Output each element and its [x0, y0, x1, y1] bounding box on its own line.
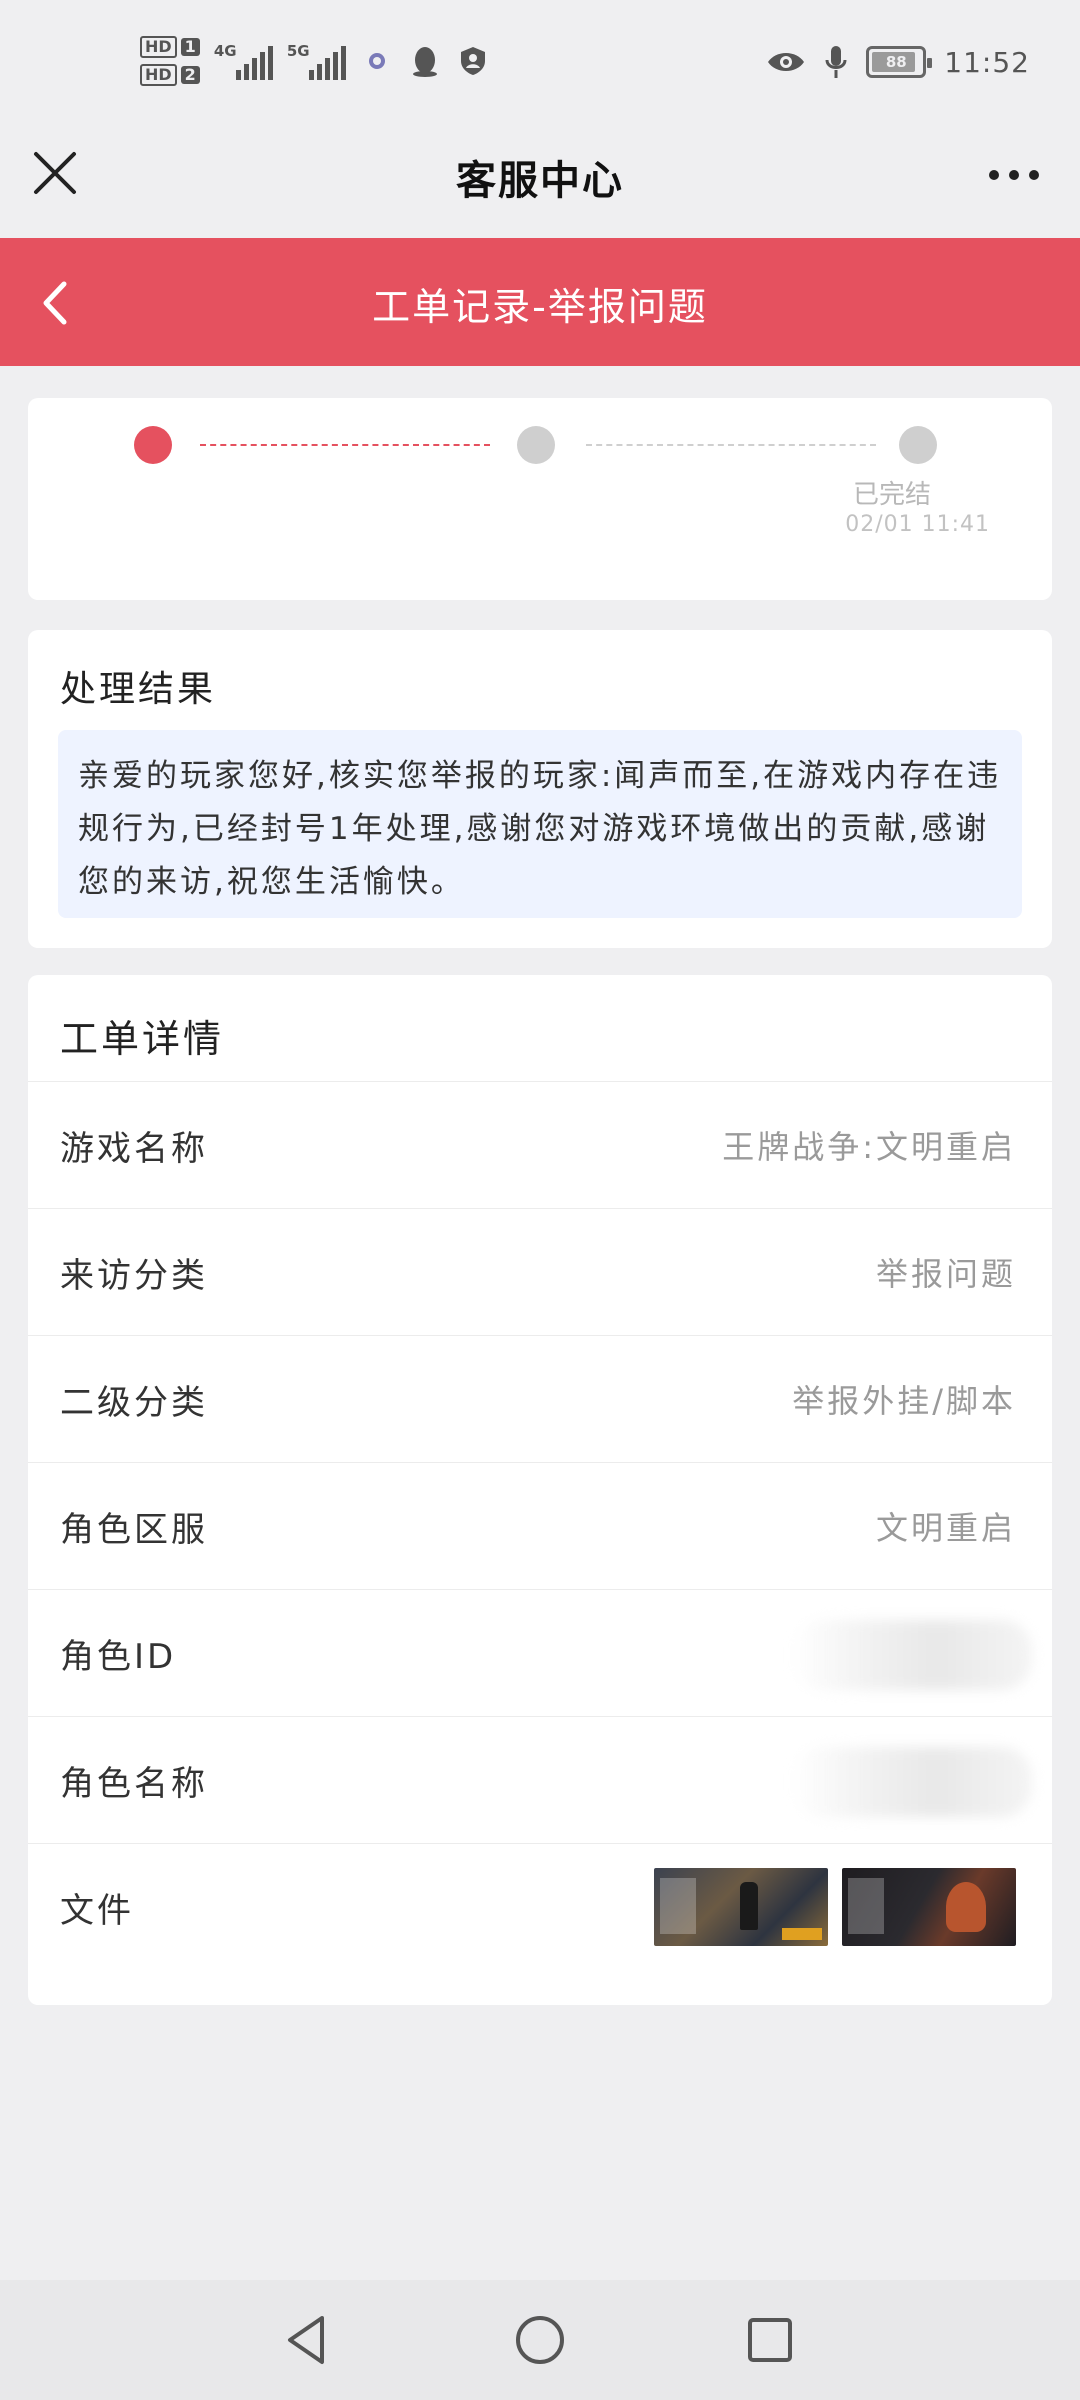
detail-row-game-name: 游戏名称 王牌战争:文明重启: [28, 1081, 1052, 1208]
detail-key: 游戏名称: [60, 1128, 208, 1169]
ticket-detail-card: 工单详情 游戏名称 王牌战争:文明重启 来访分类 举报问题 二级分类 举报外挂/…: [28, 975, 1052, 2005]
attachment-thumbnail[interactable]: [842, 1868, 1016, 1946]
detail-key: 角色名称: [60, 1763, 208, 1804]
status-right: 88 11:52: [766, 44, 1030, 80]
detail-value: 举报外挂/脚本: [792, 1382, 1016, 1420]
detail-row-role-id: 角色ID: [28, 1589, 1052, 1716]
network-4g-label: 4G: [213, 42, 237, 60]
attachment-thumbnails: [654, 1868, 1016, 1946]
attachment-thumbnail[interactable]: [654, 1868, 828, 1946]
qq-penguin-icon: [412, 47, 437, 77]
detail-key: 角色区服: [60, 1509, 208, 1550]
network-5g-label: 5G: [286, 42, 310, 60]
detail-value: 文明重启: [875, 1509, 1016, 1547]
circle-home-icon[interactable]: [510, 2310, 570, 2370]
detail-key: 二级分类: [60, 1382, 208, 1423]
detail-value: 王牌战争:文明重启: [722, 1128, 1016, 1166]
detail-rows: 游戏名称 王牌战争:文明重启 来访分类 举报问题 二级分类 举报外挂/脚本 角色…: [28, 1081, 1052, 1970]
app-notification-icon: [368, 53, 385, 69]
triangle-back-icon[interactable]: [278, 2310, 338, 2370]
clock: 11:52: [944, 45, 1030, 79]
detail-value: 举报问题: [875, 1255, 1016, 1293]
detail-key: 来访分类: [60, 1255, 208, 1296]
result-heading: 处理结果: [60, 669, 217, 710]
sim1-hd-label: HD: [140, 36, 177, 58]
redacted-value-blur: [792, 1620, 1032, 1690]
sim1-indicator: HD 1: [140, 36, 200, 58]
detail-key: 文件: [60, 1890, 134, 1931]
progress-step-1: [134, 426, 172, 464]
progress-connector-2: [586, 444, 876, 446]
detail-heading: 工单详情: [60, 1017, 225, 1061]
signal-5g-icon: 5G: [287, 42, 346, 80]
battery-level: 88: [885, 53, 907, 71]
progress-card: 已完结 02/01 11:41: [28, 398, 1052, 600]
sim2-hd-label: HD: [140, 64, 177, 86]
detail-row-server: 角色区服 文明重启: [28, 1462, 1052, 1589]
detail-row-sub-category: 二级分类 举报外挂/脚本: [28, 1335, 1052, 1462]
detail-row-visit-category: 来访分类 举报问题: [28, 1208, 1052, 1335]
progress-step-3-label: 已完结: [852, 480, 931, 510]
redacted-value-blur: [792, 1747, 1032, 1817]
eye-comfort-icon: [768, 53, 805, 71]
detail-row-role-name: 角色名称: [28, 1716, 1052, 1843]
result-card: 处理结果 亲爱的玩家您好,核实您举报的玩家:闻声而至,在游戏内存在违规行为,已经…: [28, 630, 1052, 948]
page-title: 客服中心: [456, 158, 624, 204]
status-bar: HD 1 HD 2 4G 5G 88 11:52: [0, 0, 1080, 130]
ticket-header: 工单记录-举报问题: [0, 238, 1080, 366]
result-message: 亲爱的玩家您好,核实您举报的玩家:闻声而至,在游戏内存在违规行为,已经封号1年处…: [58, 730, 1022, 918]
microphone-icon: [825, 46, 847, 78]
sim2-indicator: HD 2: [140, 64, 200, 86]
status-left: HD 1 HD 2 4G 5G: [140, 36, 490, 86]
top-navigation: 客服中心: [0, 130, 1080, 238]
system-navigation-bar: [0, 2280, 1080, 2400]
detail-key: 角色ID: [60, 1636, 177, 1677]
battery-icon: 88: [866, 46, 933, 78]
ticket-header-title: 工单记录-举报问题: [372, 285, 708, 329]
sim-indicators: HD 1 HD 2: [140, 36, 200, 86]
progress-step-3: [899, 426, 937, 464]
progress-step-3-time: 02/01 11:41: [845, 512, 990, 537]
more-icon[interactable]: [984, 160, 1044, 190]
progress-step-2: [517, 426, 555, 464]
progress-connector-1: [200, 444, 490, 446]
square-recent-icon[interactable]: [740, 2310, 800, 2370]
signal-4g-icon: 4G: [214, 42, 273, 80]
sim2-number: 2: [180, 66, 200, 84]
shield-user-icon: [460, 47, 485, 75]
sim1-number: 1: [180, 38, 200, 56]
detail-row-files: 文件: [28, 1843, 1052, 1970]
